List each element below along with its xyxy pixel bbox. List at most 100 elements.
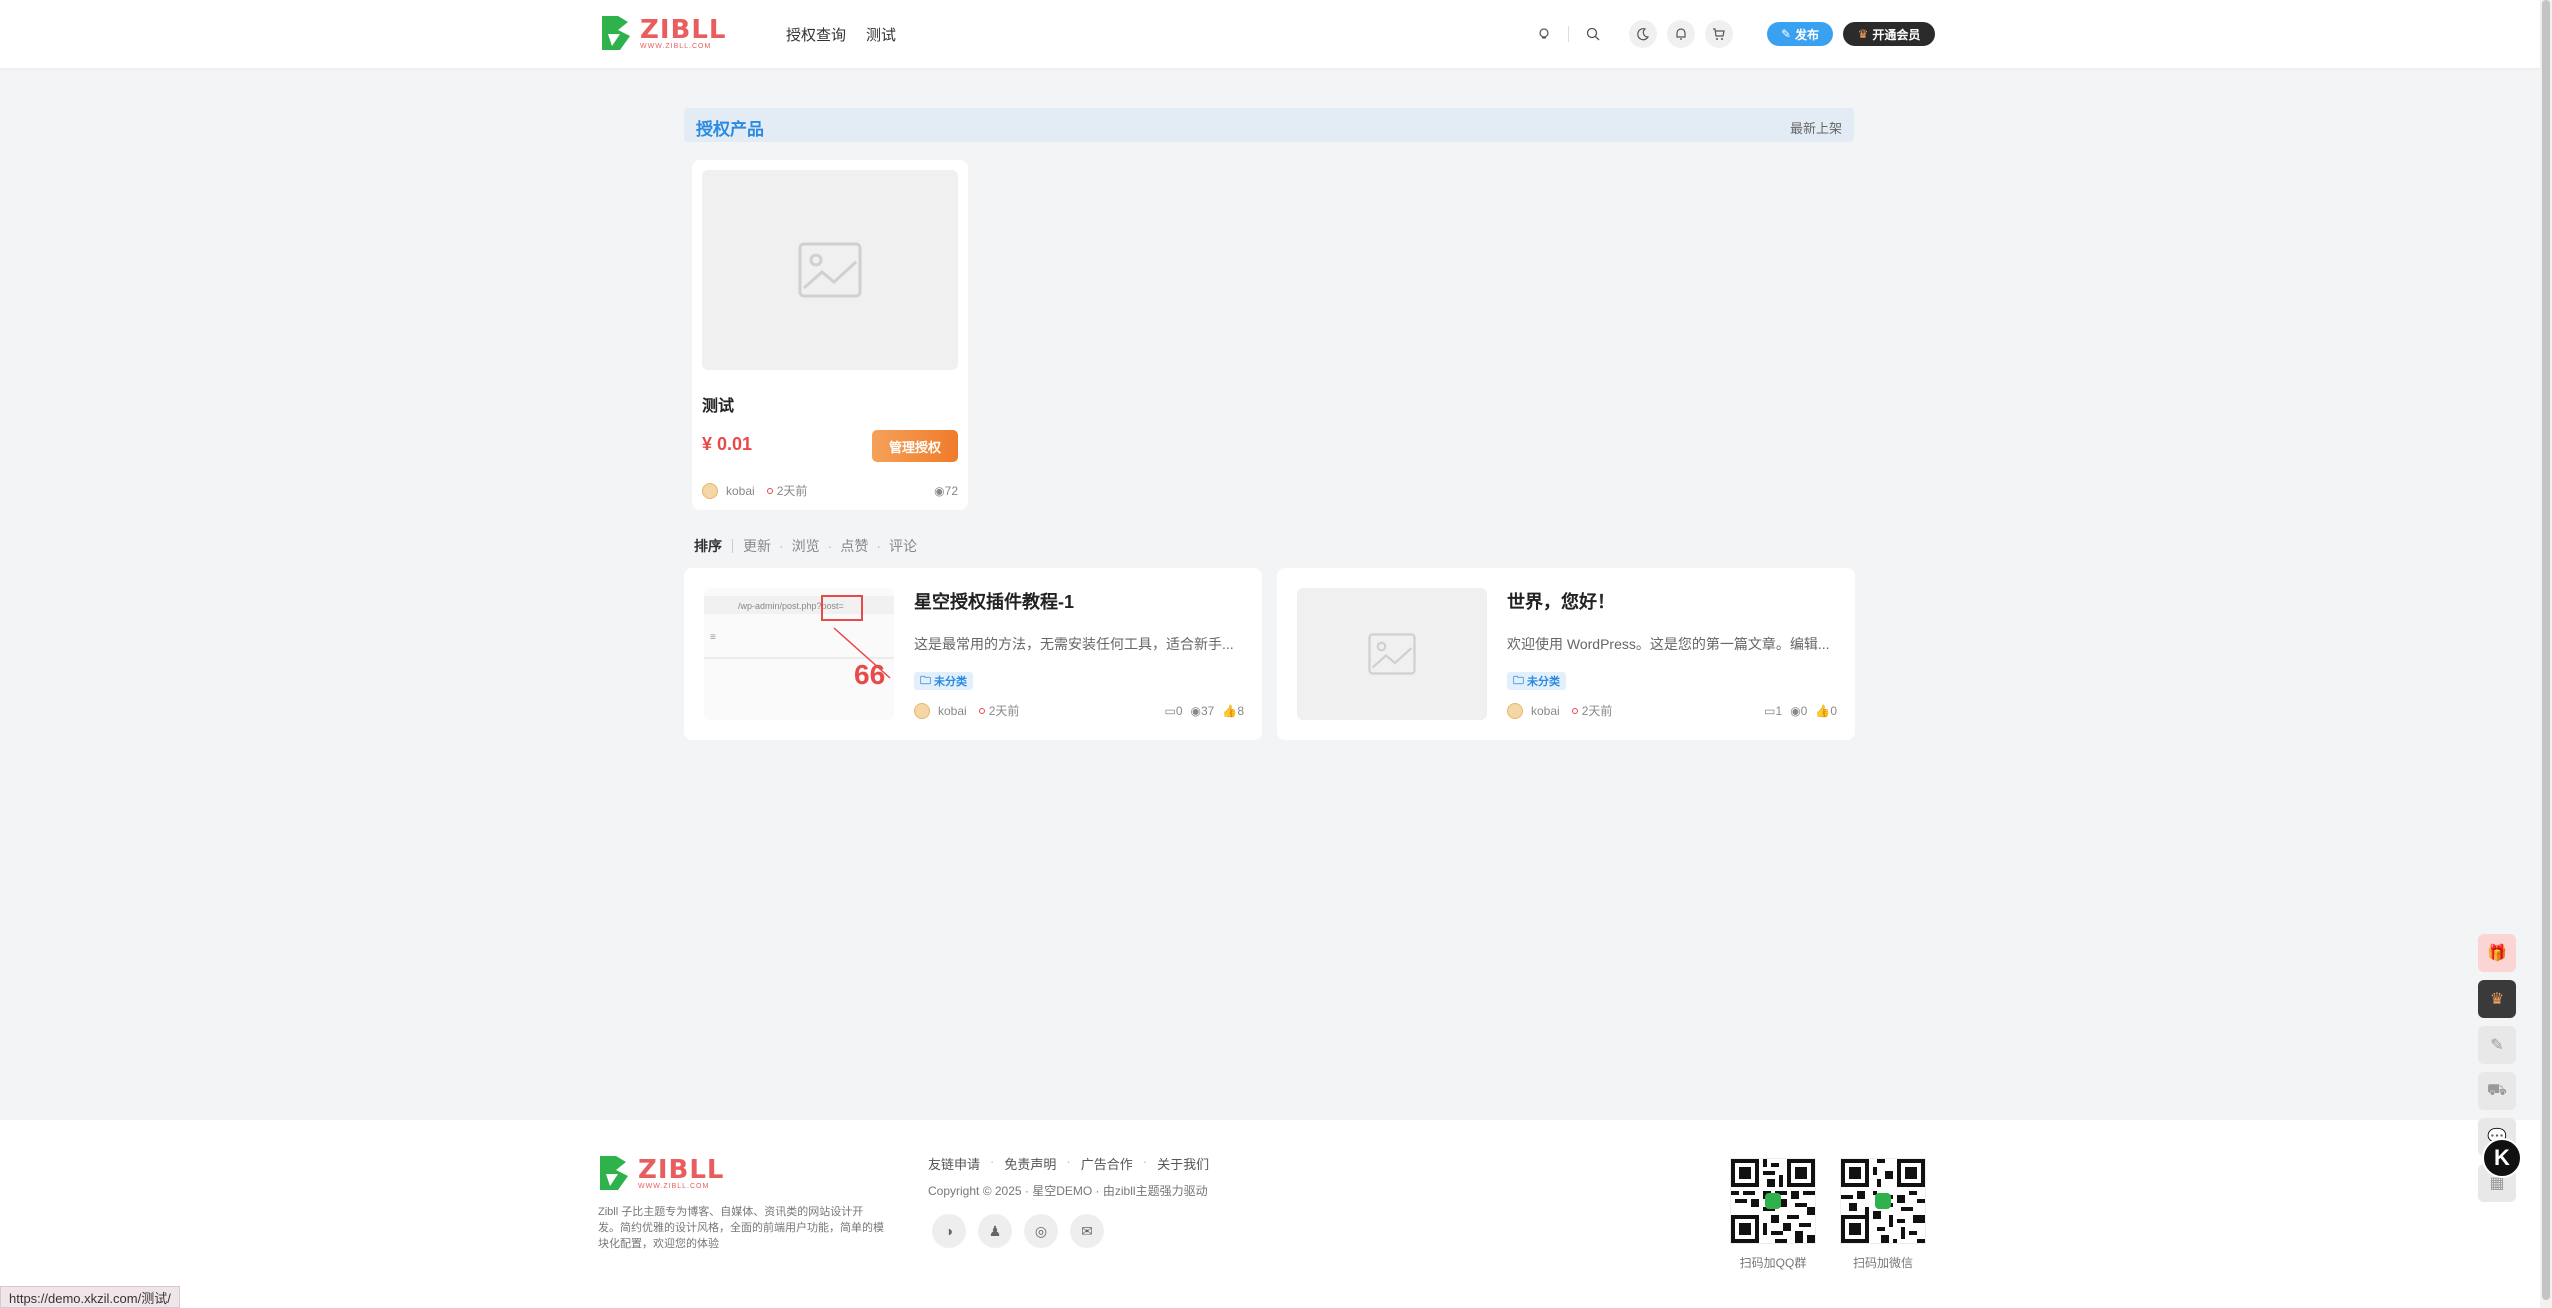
svg-text:≡: ≡ [710,632,716,643]
avatar[interactable] [702,482,718,499]
sort-label: 排序 [694,538,722,554]
footer-social: ◑ ♟ ◎ ✉ [932,1214,1104,1248]
sort-bar: 排序 更新 · 浏览 · 点赞 · 评论 [694,536,917,556]
product-time: 2天前 [776,484,808,498]
product-card[interactable]: 测试 ¥ 0.01 管理授权 kobai 2天前 ◉ 72 [692,160,968,510]
footer-link-ads[interactable]: 广告合作 [1081,1154,1133,1173]
post-title[interactable]: 星空授权插件教程-1 [914,588,1074,614]
qq-icon[interactable]: ♟ [978,1214,1012,1248]
footer-link-about[interactable]: 关于我们 [1157,1154,1209,1173]
post-card[interactable]: 世界，您好！ 欢迎使用 WordPress。这是您的第一篇文章。编辑... 🗀 … [1277,568,1855,740]
gift-icon[interactable]: 🎁 [2478,934,2516,972]
footer-link-disclaimer[interactable]: 免责声明 [1004,1154,1056,1173]
eye-icon: ◉ [1190,703,1201,718]
vip-button[interactable]: ♛ 开通会员 [1843,22,1935,46]
folder-icon: 🗀 [1513,674,1524,687]
wechat-icon[interactable]: ◑ [932,1214,966,1248]
product-views: 72 [944,483,958,498]
footer-copyright: Copyright © 2025 · 星空DEMO · 由zibll主题强力驱动 [928,1184,1208,1198]
footer-logo[interactable]: ZIBLL WWW.ZIBLL.COM [598,1154,724,1192]
comment-count: ▭1 [1764,703,1783,718]
post-time: 2天前 [1581,704,1613,718]
site-logo[interactable]: ZIBLL WWW.ZIBLL.COM [600,14,726,52]
wechat-qr-code [1840,1158,1926,1244]
avatar[interactable] [914,702,930,719]
avatar[interactable] [1507,702,1523,719]
product-author[interactable]: kobai [726,484,755,498]
sort-option-comments[interactable]: 评论 [889,536,917,556]
header-divider [1568,26,1569,42]
pencil-icon[interactable]: ✎ [2478,1026,2516,1064]
thumb-up-icon: 👍 [1815,703,1831,718]
vip-label: 开通会员 [1872,27,1921,42]
crown-icon: ♛ [1857,27,1869,41]
sort-separator: · [876,538,882,554]
post-meta: kobai 2天前 ▭0 ◉37 👍8 [914,702,1244,719]
like-count[interactable]: 👍8 [1222,704,1244,718]
product-title[interactable]: 测试 [702,392,734,416]
time-dot-icon [978,707,985,714]
nav-item-license-query[interactable]: 授权查询 [786,24,846,45]
sort-option-views[interactable]: 浏览 [792,536,820,556]
post-author[interactable]: kobai [938,704,967,718]
comment-icon: ▭ [1164,703,1176,718]
section-header: 授权产品 最新上架 [684,108,1854,142]
k-avatar-button[interactable]: K [2482,1138,2522,1178]
category-label: 未分类 [934,676,967,688]
scrollbar-thumb[interactable] [2542,0,2550,1300]
header-icons [1530,20,1733,48]
sort-option-likes[interactable]: 点赞 [840,536,868,556]
dark-mode-icon[interactable] [1629,20,1657,48]
lightbulb-icon[interactable] [1530,20,1558,48]
status-bar-url: https://demo.xkzil.com/测试/ [0,1286,180,1308]
thumb-url-text: /wp-admin/post.php?post= [738,601,844,611]
cart-icon[interactable]: ⛟ [2478,1072,2516,1110]
post-thumbnail[interactable]: /wp-admin/post.php?post= ≡ 66 [704,588,894,720]
product-thumbnail[interactable] [702,170,958,370]
main-nav: 授权查询 测试 [786,24,896,45]
post-author[interactable]: kobai [1531,704,1560,718]
nav-item-test[interactable]: 测试 [866,24,896,45]
logo-mark-icon [602,16,630,50]
qq-group-qr-code [1730,1158,1816,1244]
product-meta: kobai 2天前 ◉ 72 [702,482,958,499]
thumb-up-icon: 👍 [1222,703,1238,718]
publish-button[interactable]: ✎ 发布 [1767,22,1833,46]
post-thumbnail[interactable] [1297,588,1487,720]
sort-separator: · [779,538,784,554]
scrollbar-track[interactable] [2540,0,2552,1308]
bell-icon[interactable] [1667,20,1695,48]
category-tag[interactable]: 🗀 未分类 [914,672,973,690]
post-time: 2天前 [988,704,1020,718]
section-more-link[interactable]: 最新上架 [1790,118,1842,137]
post-excerpt: 这是最常用的方法，无需安装任何工具，适合新手... [914,636,1234,652]
weibo-icon[interactable]: ◎ [1024,1214,1058,1248]
category-tag[interactable]: 🗀 未分类 [1507,672,1566,690]
logo-word: ZIBLL [640,14,727,45]
email-icon[interactable]: ✉ [1070,1214,1104,1248]
view-count: ◉37 [1190,703,1215,718]
sort-option-updated[interactable]: 更新 [743,536,771,556]
time-dot-icon [1571,707,1578,714]
wechat-label: 扫码加微信 [1852,1256,1913,1270]
post-title[interactable]: 世界，您好！ [1507,588,1615,614]
search-icon[interactable] [1579,20,1607,48]
post-excerpt: 欢迎使用 WordPress。这是您的第一篇文章。编辑... [1507,636,1830,652]
product-price: ¥ 0.01 [702,434,753,454]
like-count[interactable]: 👍0 [1815,704,1837,718]
time-dot-icon [766,487,773,494]
crown-icon[interactable]: ♛ [2478,980,2516,1018]
logo-subtext: WWW.ZIBLL.COM [640,42,712,50]
post-meta: kobai 2天前 ▭1 ◉0 👍0 [1507,702,1837,719]
thumb-number: 66 [854,659,885,690]
qq-group-label: 扫码加QQ群 [1739,1256,1807,1270]
section-title: 授权产品 [696,120,764,139]
publish-label: 发布 [1795,27,1820,42]
footer-link-friend[interactable]: 友链申请 [928,1154,980,1173]
logo-mark-icon [600,1156,628,1190]
eye-icon: ◉ [1790,703,1801,718]
manage-license-button[interactable]: 管理授权 [872,430,958,462]
cart-icon[interactable] [1705,20,1733,48]
post-card[interactable]: /wp-admin/post.php?post= ≡ 66 星空授权插件教程-1… [684,568,1262,740]
image-placeholder-icon [1368,633,1416,675]
